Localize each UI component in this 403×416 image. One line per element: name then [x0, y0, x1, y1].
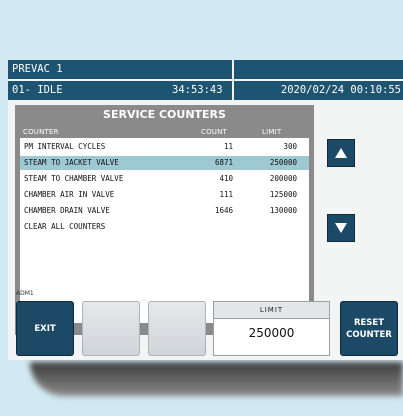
hmi-screen: PREVAC 1 01- IDLE 34:53:43 2020/02/24 00…: [8, 60, 403, 360]
counter-list: PM INTERVAL CYCLES 11 300 STEAM TO JACKE…: [20, 138, 309, 323]
limit-value: 250000: [248, 326, 295, 340]
header-divider: [232, 81, 234, 100]
counter-limit: 130000: [269, 206, 297, 215]
counter-count: 111: [219, 190, 233, 199]
list-item[interactable]: CHAMBER DRAIN VALVE 1646 130000: [20, 204, 309, 218]
limit-label: LIMIT: [214, 302, 329, 319]
list-item-clear-all[interactable]: CLEAR ALL COUNTERS: [20, 220, 309, 234]
status-bar: 01- IDLE 34:53:43 2020/02/24 00:10:55: [8, 81, 403, 100]
scroll-down-button[interactable]: [327, 214, 355, 242]
counter-limit: 300: [283, 142, 297, 151]
list-item-selected[interactable]: STEAM TO JACKET VALVE 6871 250000: [20, 156, 309, 170]
limit-field[interactable]: LIMIT 250000: [213, 301, 330, 356]
counter-count: 6871: [214, 158, 233, 167]
reset-counter-label: RESET COUNTER: [346, 317, 392, 341]
triangle-up-icon: [335, 148, 347, 158]
counter-name: PM INTERVAL CYCLES: [24, 142, 106, 151]
counter-count: 410: [219, 174, 233, 183]
counter-limit: 200000: [269, 174, 297, 183]
reset-counter-button[interactable]: RESET COUNTER: [340, 301, 398, 356]
exit-button[interactable]: EXIT: [16, 301, 74, 356]
title-bar: PREVAC 1: [8, 60, 403, 79]
elapsed-time: 34:53:43: [172, 84, 223, 96]
reset-label-line2: COUNTER: [346, 329, 392, 340]
counter-name: CLEAR ALL COUNTERS: [24, 222, 106, 231]
list-item[interactable]: STEAM TO CHAMBER VALVE 410 200000: [20, 172, 309, 186]
triangle-down-icon: [335, 223, 347, 233]
cycle-status: 01- IDLE: [12, 84, 63, 96]
device-name: PREVAC 1: [12, 63, 63, 75]
counter-limit: 250000: [269, 158, 297, 167]
scroll-up-button[interactable]: [327, 139, 355, 167]
list-item[interactable]: PM INTERVAL CYCLES 11 300: [20, 140, 309, 154]
header-divider: [232, 60, 234, 79]
device-shadow: [30, 362, 403, 396]
blank-softkey-button[interactable]: [82, 301, 140, 356]
user-label: ADM1: [16, 290, 34, 297]
counter-count: 1646: [214, 206, 233, 215]
counter-limit: 125000: [269, 190, 297, 199]
counter-name: STEAM TO JACKET VALVE: [24, 158, 119, 167]
counter-name: STEAM TO CHAMBER VALVE: [24, 174, 124, 183]
list-item[interactable]: CHAMBER AIR IN VALVE 111 125000: [20, 188, 309, 202]
counter-name: CHAMBER DRAIN VALVE: [24, 206, 110, 215]
counter-name: CHAMBER AIR IN VALVE: [24, 190, 115, 199]
datetime: 2020/02/24 00:10:55: [280, 84, 401, 96]
blank-softkey-button[interactable]: [148, 301, 206, 356]
column-header-count: COUNT: [201, 128, 228, 136]
reset-label-line1: RESET: [353, 317, 385, 328]
column-header-limit: LIMIT: [262, 128, 282, 136]
column-header-counter: COUNTER: [23, 128, 59, 136]
panel-title: SERVICE COUNTERS: [103, 108, 226, 121]
counter-count: 11: [223, 142, 233, 151]
